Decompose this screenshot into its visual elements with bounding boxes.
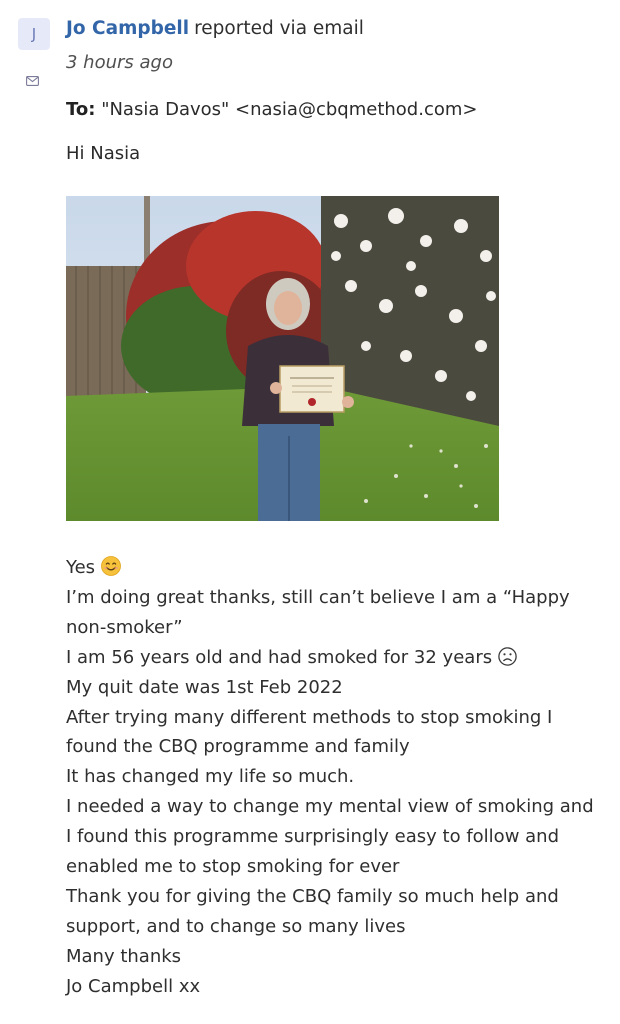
certificate-photo [66, 196, 499, 521]
body-line: support, and to change so many lives [66, 915, 406, 937]
body-line: I’m doing great thanks, still can’t beli… [66, 586, 570, 608]
envelope-icon [26, 76, 39, 86]
body-line: I needed a way to change my mental view … [66, 796, 594, 818]
author-link[interactable]: Jo Campbell [66, 18, 189, 39]
email-body: Yes I’m doing great thanks, still can’t … [66, 553, 606, 1002]
smiling-face-emoji [101, 556, 121, 576]
timestamp: 3 hours ago [66, 52, 173, 73]
signature: Jo Campbell xx [66, 975, 201, 997]
sender-header: Jo Campbell reported via email [66, 16, 364, 42]
recipient-address: "Nasia Davos" <nasia@cbqmethod.com> [101, 99, 478, 120]
recipient-line: To: "Nasia Davos" <nasia@cbqmethod.com> [66, 97, 477, 123]
greeting: Hi Nasia [66, 143, 141, 164]
body-line: Yes [66, 553, 606, 583]
body-line: After trying many different methods to s… [66, 706, 553, 728]
body-line: Thank you for giving the CBQ family so m… [66, 885, 559, 907]
avatar[interactable]: J [18, 18, 50, 50]
body-line: enabled me to stop smoking for ever [66, 856, 400, 878]
frowning-face-emoji [498, 646, 517, 666]
body-line: I found this programme surprisingly easy… [66, 826, 559, 848]
email-report: J Jo Campbell reported via email 3 hours … [0, 0, 620, 1024]
body-line: I am 56 years old and had smoked for 32 … [66, 643, 606, 673]
attached-photo[interactable] [66, 196, 499, 521]
body-line: non-smoker” [66, 616, 183, 638]
report-source: reported via email [194, 18, 364, 39]
body-line: Many thanks [66, 945, 182, 967]
body-line: It has changed my life so much. [66, 766, 355, 788]
body-line: My quit date was 1st Feb 2022 [66, 676, 343, 698]
to-label: To: [66, 99, 96, 120]
body-line: found the CBQ programme and family [66, 736, 410, 758]
